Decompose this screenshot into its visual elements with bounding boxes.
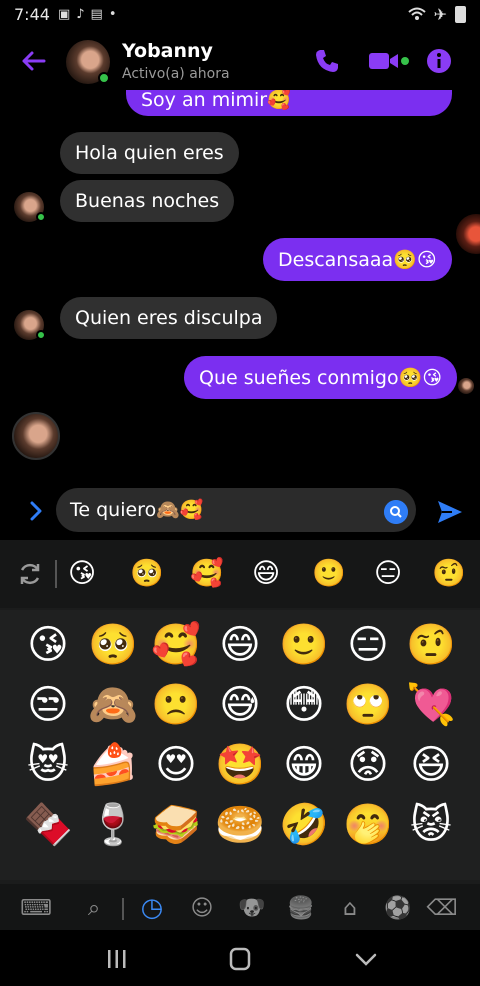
- emoji-key[interactable]: 🍷: [85, 800, 141, 850]
- emoji-key[interactable]: 😄: [212, 620, 268, 670]
- emoji-key[interactable]: 🥯: [212, 800, 268, 850]
- delete-icon[interactable]: ⌫: [426, 894, 457, 922]
- emoji-key[interactable]: 🙁: [148, 680, 204, 730]
- smiley-icon[interactable]: ☺: [188, 894, 216, 922]
- message-thread[interactable]: Soy an mimir🥰 Hola quien eres Buenas noc…: [0, 90, 480, 490]
- emoji-key[interactable]: 😒: [20, 680, 76, 730]
- emoji-key[interactable]: 🤨: [403, 620, 459, 670]
- emoji-key[interactable]: 🤩: [212, 740, 268, 790]
- refresh-icon[interactable]: [16, 560, 44, 588]
- emoji-key[interactable]: 😅: [212, 680, 268, 730]
- send-icon[interactable]: [436, 498, 464, 526]
- sports-icon[interactable]: ⚽: [384, 894, 412, 922]
- info-icon[interactable]: [424, 46, 454, 76]
- online-indicator: [36, 330, 46, 340]
- emoji-key[interactable]: 😑: [340, 620, 396, 670]
- message-bubble-incoming[interactable]: Hola quien eres: [60, 132, 239, 174]
- message-bubble-incoming[interactable]: Quien eres disculpa: [60, 297, 278, 339]
- emoji-key[interactable]: 🍰: [85, 740, 141, 790]
- seen-avatar: [458, 378, 474, 394]
- emoji-keyboard: 😘 🥺 🥰 😄 🙂 😑 🤨 😘 🥺 🥰 😄 🙂 😑 🤨 😒 🙈 🙁 😅 😳 🙄 …: [0, 540, 480, 930]
- emoji-key[interactable]: 🥰: [148, 620, 204, 670]
- typing-avatar: [12, 412, 60, 460]
- emoji-grid: 😘 🥺 🥰 😄 🙂 😑 🤨 😒 🙈 🙁 😅 😳 🙄 💘 😻 🍰 😍 🤩 😁 😟 …: [0, 610, 480, 880]
- emoji-key[interactable]: 😍: [148, 740, 204, 790]
- wifi-icon: [407, 7, 426, 20]
- status-bar: 7:44 ▣ ♪ ▤ • ✈: [0, 0, 480, 28]
- emoji-key[interactable]: 🙂: [276, 620, 332, 670]
- video-icon[interactable]: [368, 46, 410, 76]
- food-icon[interactable]: 🍔: [287, 894, 315, 922]
- status-time: 7:44: [14, 4, 50, 24]
- emoji-key[interactable]: 🤭: [340, 800, 396, 850]
- recent-emoji[interactable]: 🙂: [312, 558, 346, 590]
- emoji-key[interactable]: 😘: [20, 620, 76, 670]
- emoji-key[interactable]: 😟: [340, 740, 396, 790]
- recent-emoji[interactable]: 🥰: [190, 558, 224, 590]
- recent-emoji-row: 😘 🥺 🥰 😄 🙂 😑 🤨: [0, 540, 480, 608]
- emoji-key[interactable]: 😻: [20, 740, 76, 790]
- message-bubble-outgoing[interactable]: Soy an mimir🥰: [126, 90, 452, 116]
- online-indicator: [36, 212, 46, 222]
- emoji-key[interactable]: 🙈: [85, 680, 141, 730]
- emoji-key[interactable]: 🥺: [85, 620, 141, 670]
- airplane-icon: ✈: [433, 4, 447, 24]
- back-icon[interactable]: [351, 946, 381, 972]
- emoji-key[interactable]: 🍫: [20, 800, 76, 850]
- chat-header: Yobanny Activo(a) ahora: [0, 32, 480, 90]
- message-bubble-outgoing[interactable]: Que sueñes conmigo🥺😘: [184, 356, 458, 399]
- recent-clock-icon[interactable]: ◷: [138, 893, 166, 923]
- emoji-search-icon[interactable]: [384, 500, 408, 524]
- emoji-key[interactable]: 😆: [403, 740, 459, 790]
- recent-emoji[interactable]: 😄: [252, 558, 280, 590]
- chat-head-bubble[interactable]: [456, 214, 480, 254]
- emoji-key[interactable]: 😳: [276, 680, 332, 730]
- search-icon[interactable]: ⌕: [80, 894, 108, 922]
- battery-icon: [455, 5, 466, 23]
- emoji-key[interactable]: 😾: [403, 800, 459, 850]
- divider: [55, 560, 57, 588]
- contact-name[interactable]: Yobanny: [122, 40, 213, 62]
- recent-emoji[interactable]: 🥺: [130, 558, 164, 590]
- emoji-key[interactable]: 🥪: [148, 800, 204, 850]
- message-bubble-incoming[interactable]: Buenas noches: [60, 180, 235, 222]
- message-input[interactable]: Te quiero🙈🥰: [56, 488, 416, 532]
- dot-icon: •: [108, 6, 117, 22]
- emoji-key[interactable]: 🙄: [340, 680, 396, 730]
- keyboard-icon[interactable]: ⌨: [20, 894, 52, 922]
- emoji-key[interactable]: 💘: [403, 680, 459, 730]
- online-indicator: [98, 72, 110, 84]
- message-bubble-outgoing[interactable]: Descansaaa🥺😘: [263, 238, 452, 281]
- composer-bar: Te quiero🙈🥰: [0, 488, 480, 534]
- expand-chevron-icon[interactable]: [24, 498, 48, 524]
- tiktok-icon: ♪: [76, 6, 85, 22]
- divider: [122, 898, 124, 920]
- recent-emoji[interactable]: 🤨: [432, 558, 466, 590]
- message-icon: ▤: [90, 6, 103, 22]
- back-arrow-icon[interactable]: [18, 46, 48, 76]
- recents-icon[interactable]: [102, 946, 132, 972]
- emoji-category-tabs: ⌨ ⌕ ◷ ☺ 🐶 🍔 ⌂ ⚽ ⌫: [0, 884, 480, 930]
- emoji-key[interactable]: 😁: [276, 740, 332, 790]
- animal-icon[interactable]: 🐶: [238, 894, 266, 922]
- gallery-icon: ▣: [57, 6, 71, 22]
- recent-emoji[interactable]: 😘: [68, 558, 96, 590]
- presence-status: Activo(a) ahora: [122, 66, 230, 82]
- system-nav-bar: [0, 930, 480, 986]
- emoji-key[interactable]: 🤣: [276, 800, 332, 850]
- recent-emoji[interactable]: 😑: [374, 558, 402, 590]
- phone-icon[interactable]: [312, 46, 342, 76]
- home-icon[interactable]: [225, 946, 255, 972]
- home-icon[interactable]: ⌂: [336, 894, 364, 922]
